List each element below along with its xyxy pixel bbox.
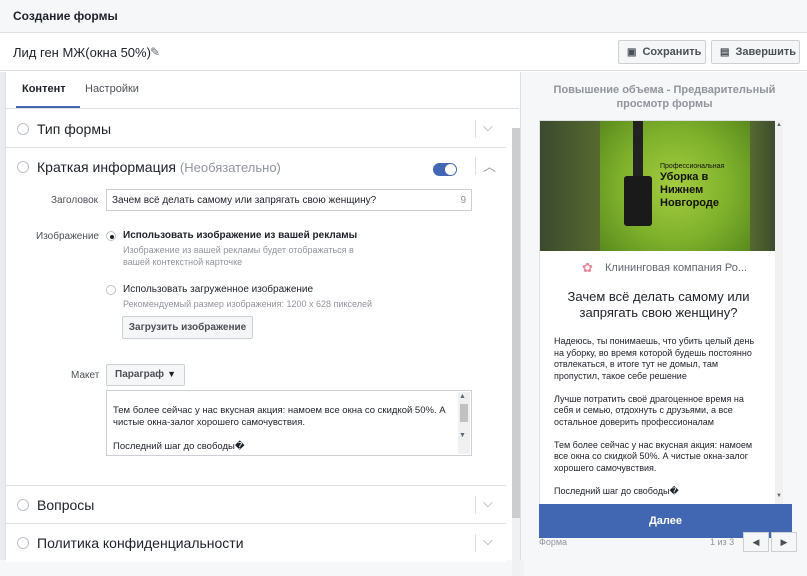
chevron-down-icon[interactable]: ⌵ [483,495,493,511]
chevron-down-icon[interactable]: ⌵ [483,533,493,549]
preview-pane: Повышение объема - Предварительный просм… [520,72,807,560]
intro-toggle[interactable] [433,163,457,176]
pencil-icon[interactable]: ✎ [150,45,160,59]
hero-line: Нижнем [660,184,704,196]
preview-title-line: просмотр формы [616,98,713,110]
headline-input[interactable]: Зачем всё делать самому или запрягать св… [106,189,472,211]
tab-bar: Контент Настройки [6,72,519,109]
section-radio[interactable] [17,123,29,135]
text-line: Тем более сейчас у нас вкусная акция: на… [113,405,446,416]
hero-small-text: Профессиональная [660,163,725,170]
tab-content[interactable]: Контент [22,83,66,95]
image-label: Изображение [36,231,99,242]
image-option-ad-radio[interactable] [106,231,116,241]
hero-image: Профессиональная Уборка в Нижнем Новгоро… [540,121,775,251]
section-questions[interactable]: Вопросы ⌵ [6,486,506,524]
section-radio[interactable] [17,499,29,511]
image-option-upload-desc: Рекомендуемый размер изображения: 1200 x… [123,299,372,309]
page-counter: 1 из 3 [710,537,735,547]
text-line: чистые окна-залог хорошего самочувствия. [113,417,306,428]
body-paragraph: Тем более сейчас у нас вкусная акция: на… [554,439,753,473]
body-paragraph: Последний шаг до свободы� [554,485,679,496]
finish-button-label: Завершить [735,46,796,58]
preview-card: Профессиональная Уборка в Нижнем Новгоро… [539,120,776,505]
body-paragraph: Надеюсь, ты понимаешь, что убить целый д… [554,336,755,381]
section-privacy[interactable]: Политика конфиденциальности ⌵ [6,524,506,562]
editor-pane: Контент Настройки Тип формы ⌵ Краткая ин… [5,72,524,576]
section-radio[interactable] [17,537,29,549]
headline-value: Зачем всё делать самому или запрягать св… [112,195,377,206]
vacuum-head [624,176,652,226]
finish-button[interactable]: ▤ Завершить [711,40,800,64]
prev-page-button[interactable]: ◀ [743,532,769,552]
arrow-right-icon: ▶ [780,537,788,547]
tab-settings[interactable]: Настройки [85,83,139,95]
body-paragraph: Лучше потратить своё драгоценное время н… [554,393,744,427]
hero-shade [540,121,600,251]
divider [475,120,476,138]
scroll-down-icon[interactable]: ▼ [776,493,782,499]
section-title: Краткая информация (Необязательно) [37,159,281,175]
optional-tag: (Необязательно) [179,160,281,175]
save-button[interactable]: ▣ Сохранить [618,40,706,64]
scroll-up-icon[interactable]: ▲ [776,122,782,128]
text-line: Последний шаг до свободы� [113,441,245,452]
image-option-ad-title[interactable]: Использовать изображение из вашей реклам… [123,230,357,241]
section-form-type[interactable]: Тип формы ⌵ [6,110,506,148]
brand-row: ✿ Клининговая компания Ро... [540,259,775,279]
hero-text: Профессиональная Уборка в Нижнем Новгоро… [660,162,724,210]
hero-shade [750,121,775,251]
text-area-scrollbar[interactable]: ▲ ▼ [458,392,470,454]
caret-down-icon: ▼ [167,369,176,379]
scroll-up-icon[interactable]: ▲ [459,393,466,400]
headline-char-count: 9 [460,195,466,206]
section-title: Вопросы [37,497,95,513]
divider [475,157,476,175]
preview-scrollbar[interactable]: ▲ ▼ [775,120,783,505]
headline-label: Заголовок [51,195,99,206]
active-tab-indicator [16,106,80,108]
scroll-thumb[interactable] [460,404,468,422]
chevron-down-icon[interactable]: ⌵ [483,119,493,135]
image-option-upload-title[interactable]: Использовать загруженное изображение [123,284,313,295]
preview-title: Повышение объема - Предварительный просм… [521,83,807,111]
chevron-up-icon[interactable]: ︿ [483,156,496,175]
section-title-text: Краткая информация [37,159,176,175]
save-icon: ▣ [627,46,637,58]
save-button-label: Сохранить [642,46,702,58]
divider [475,534,476,552]
footer-label: Форма [539,537,568,547]
layout-label: Макет [71,370,100,381]
form-creation-window: Создание формы Лид ген МЖ(окна 50%) ✎ ▣ … [0,0,807,576]
brand-logo-icon: ✿ [582,260,593,275]
section-title: Тип формы [37,121,112,137]
card-headline: Зачем всё делать самому или запрягать св… [567,289,750,320]
upload-image-button[interactable]: Загрузить изображение [122,316,253,339]
divider [475,496,476,514]
form-name[interactable]: Лид ген МЖ(окна 50%) [13,45,151,60]
arrow-left-icon: ◀ [752,537,760,547]
hero-line: Новгороде [660,197,719,209]
section-radio[interactable] [17,161,29,173]
vacuum-pipe [633,121,643,176]
card-body: Надеюсь, ты понимаешь, что убить целый д… [554,336,764,504]
brand-name: Клининговая компания Ро... [605,262,748,274]
image-option-ad-desc: Изображение из вашей рекламы будет отобр… [123,245,354,267]
form-name-bar: Лид ген МЖ(окна 50%) ✎ ▣ Сохранить ▤ Зав… [0,33,807,71]
window-title: Создание формы [13,9,118,23]
layout-select[interactable]: Параграф ▼ [106,364,185,386]
document-icon: ▤ [720,46,730,58]
next-page-button[interactable]: ▶ [771,532,797,552]
preview-title-line: Повышение объема - Предварительный [553,84,776,96]
hero-line: Уборка в [660,171,709,183]
layout-select-value: Параграф [115,369,165,380]
intro-text-area[interactable]: Тем более сейчас у нас вкусная акция: на… [106,390,472,456]
scroll-down-icon[interactable]: ▼ [459,432,466,439]
title-bar: Создание формы [0,0,807,33]
section-title: Политика конфиденциальности [37,535,244,551]
image-option-upload-radio[interactable] [106,285,116,295]
